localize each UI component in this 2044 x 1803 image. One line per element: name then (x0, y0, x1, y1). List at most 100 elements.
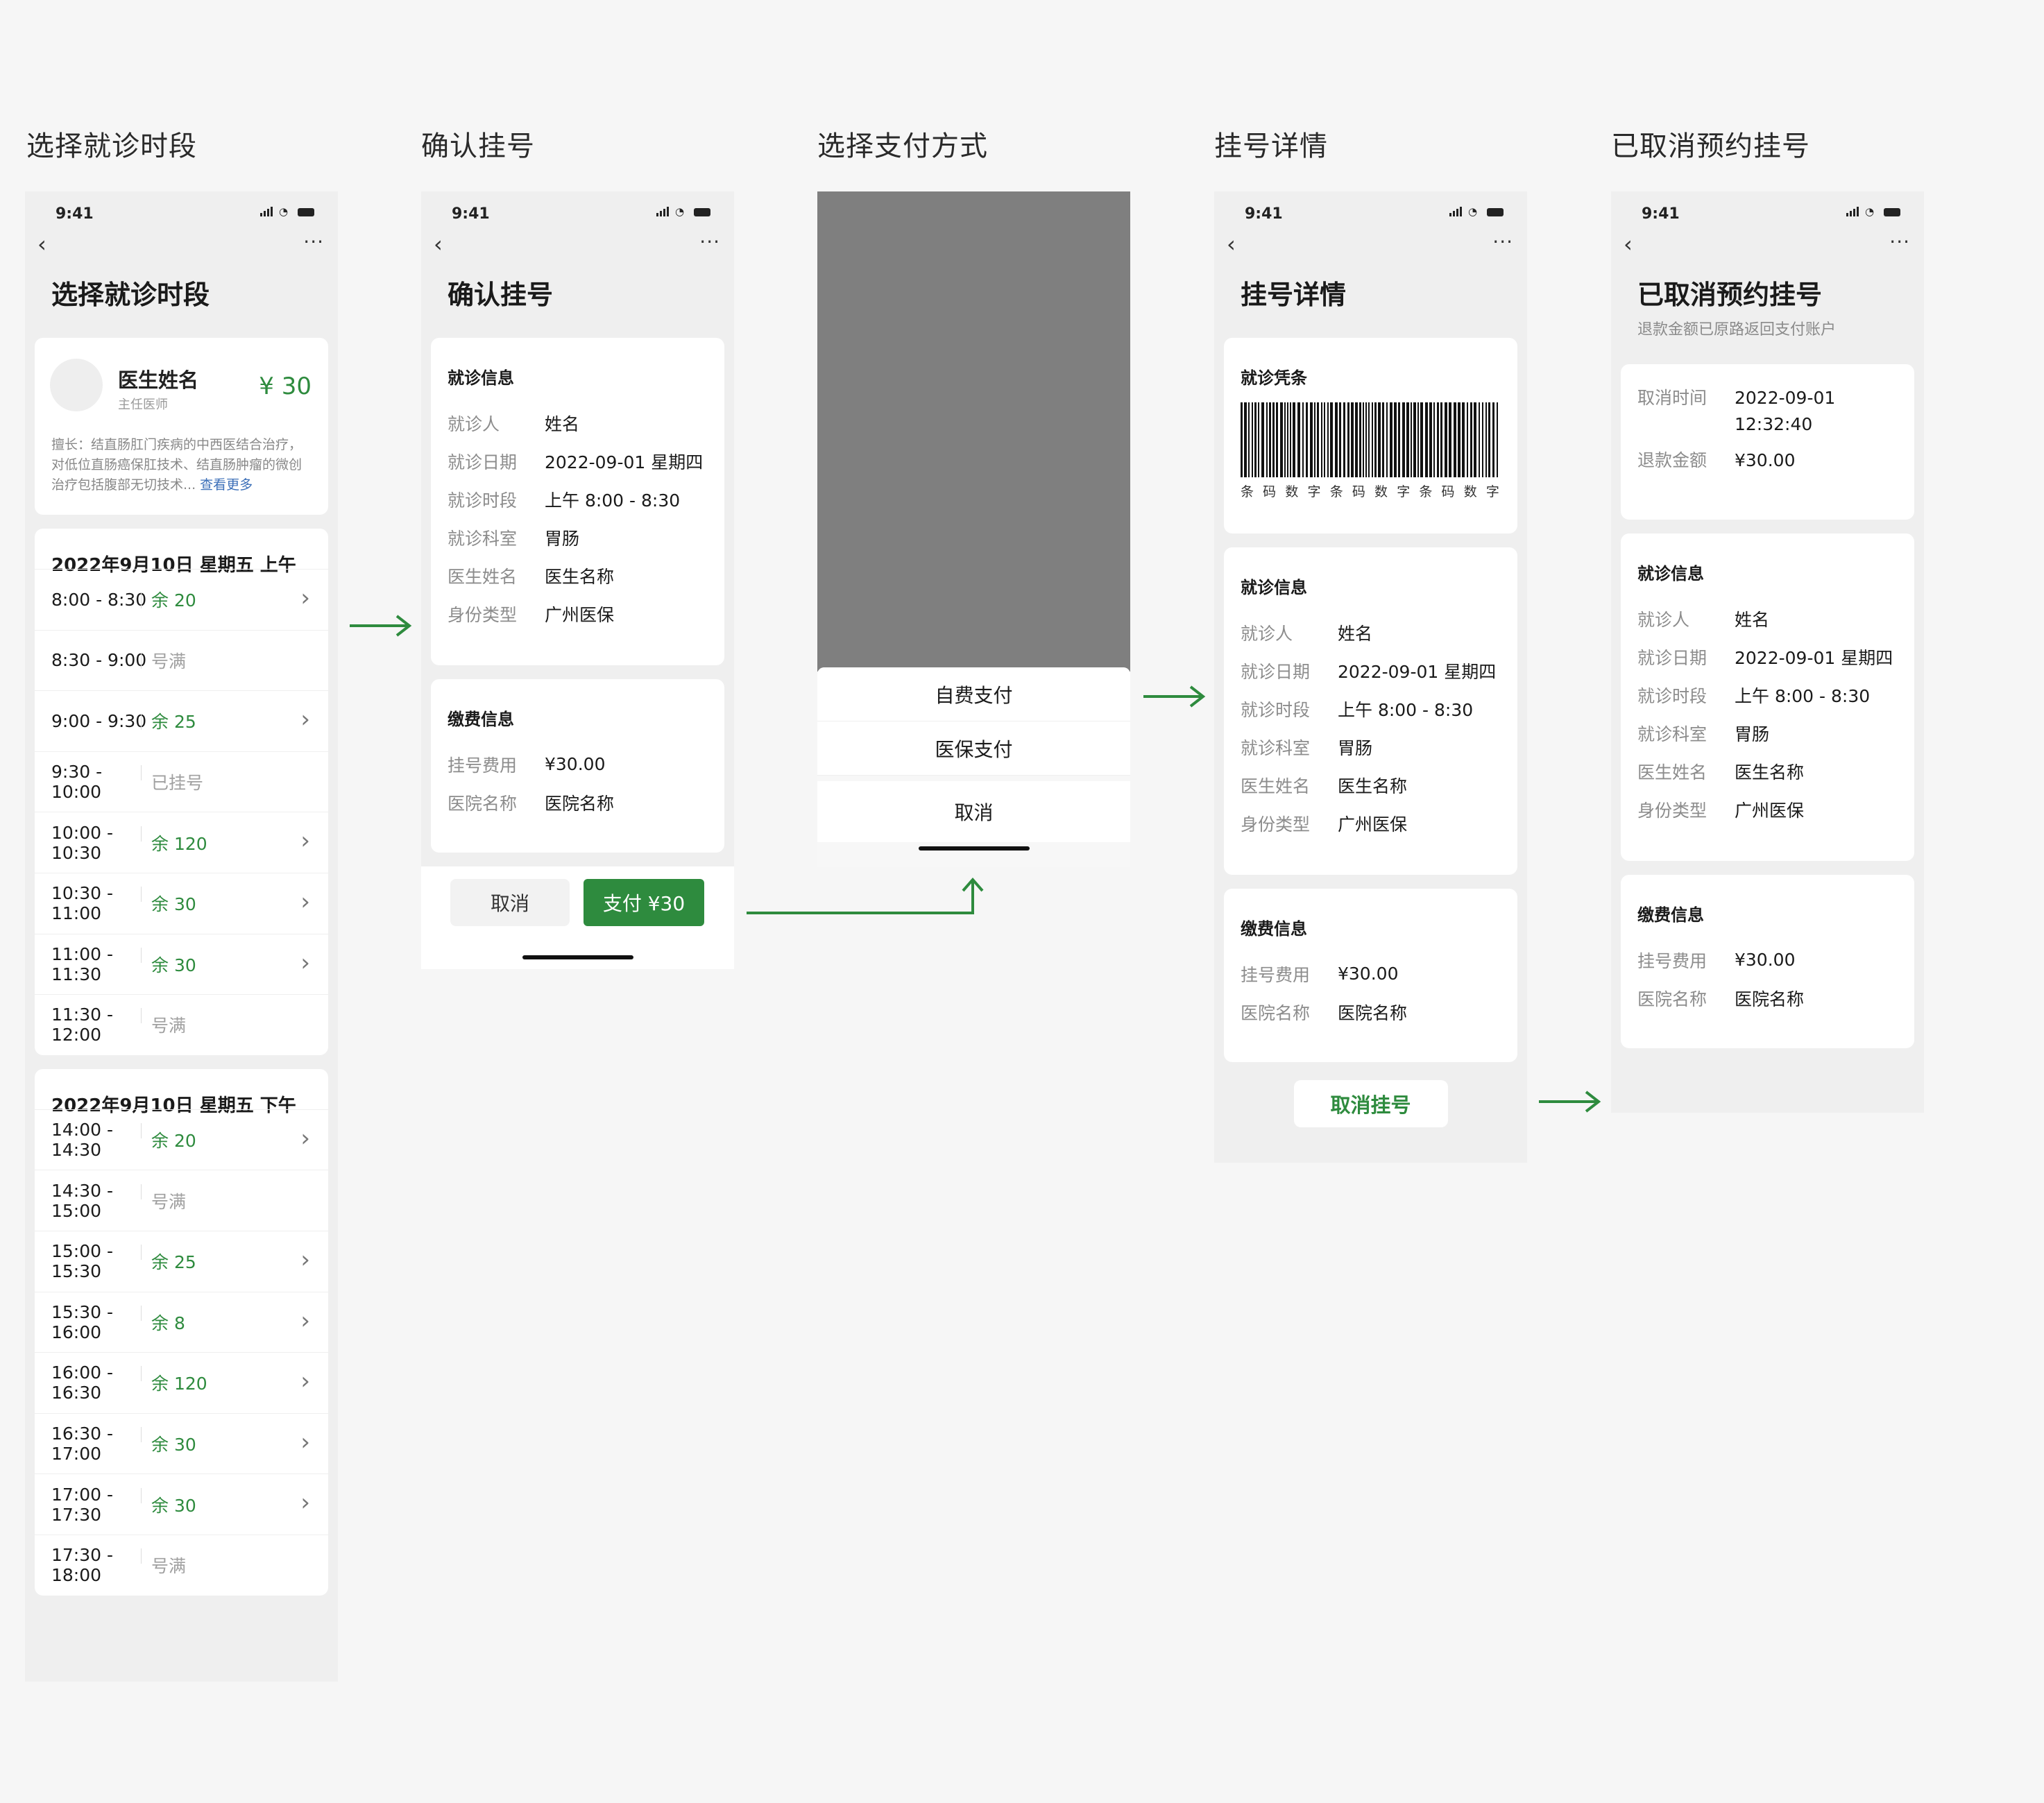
more-icon[interactable]: ··· (303, 230, 324, 253)
more-icon[interactable]: ··· (1889, 230, 1910, 253)
barcode-bar (1365, 402, 1367, 477)
chevron-right-icon: › (300, 584, 310, 612)
info-value: 2022-09-01 星期四 (545, 452, 704, 472)
pay-button[interactable]: 支付 ¥30 (584, 879, 704, 926)
barcode-char: 字 (1485, 484, 1501, 499)
barcode-bar (1261, 402, 1264, 477)
screen-confirm: 9:41 ◔ ‹ ··· 确认挂号 就诊信息 就诊人 姓名 就诊日期 2022-09-… (421, 191, 734, 969)
info-label: 就诊时段 (1637, 685, 1707, 706)
barcode-bar (1437, 402, 1439, 477)
card-title: 缴费信息 (1241, 919, 1307, 939)
info-value: ¥30.00 (1735, 450, 1796, 470)
info-value: 上午 8:00 - 8:30 (1735, 685, 1871, 706)
more-link[interactable]: 查看更多 (200, 477, 253, 493)
insurance-pay-option[interactable]: 医保支付 (817, 721, 1130, 776)
slot-availability: 余 8 (151, 1313, 185, 1333)
signal-icon (656, 207, 669, 216)
status-time: 9:41 (1245, 205, 1283, 223)
time-slot-row: 14:30 - 15:00 号满 (35, 1170, 328, 1231)
payment-action-sheet: 自费支付 医保支付 取消 (817, 667, 1130, 863)
info-row: 就诊日期 2022-09-01 星期四 (431, 442, 724, 480)
doctor-card[interactable]: 医生姓名 主任医师 ¥ 30 擅长：结直肠肛门疾病的中西医结合治疗，对低位直肠癌… (35, 338, 328, 515)
time-slot-row[interactable]: 11:00 - 11:30 余 30 › (35, 933, 328, 995)
info-label: 退款金额 (1637, 450, 1707, 470)
cancel-registration-button[interactable]: 取消挂号 (1293, 1080, 1448, 1127)
section-title-select-time: 选择就诊时段 (26, 130, 197, 162)
doctor-title: 主任医师 (118, 398, 168, 412)
time-slot-row[interactable]: 14:00 - 14:30 余 20 › (35, 1109, 328, 1170)
time-slot-row[interactable]: 10:00 - 10:30 余 120 › (35, 812, 328, 873)
info-value: ¥30.00 (1735, 950, 1796, 970)
avatar (50, 359, 103, 411)
barcode-bar (1417, 402, 1419, 477)
barcode-bar (1302, 402, 1304, 477)
barcode-bar (1293, 402, 1295, 477)
time-slot-row[interactable]: 16:30 - 17:00 余 30 › (35, 1412, 328, 1474)
info-label: 就诊人 (448, 413, 500, 434)
battery-icon (694, 208, 710, 216)
barcode-bar (1390, 402, 1393, 477)
info-row: 就诊时段 上午 8:00 - 8:30 (1224, 690, 1517, 728)
time-slot-row[interactable]: 16:00 - 16:30 余 120 › (35, 1352, 328, 1413)
wifi-icon: ◔ (1468, 205, 1478, 218)
slot-availability: 号满 (151, 651, 187, 672)
info-value: 医生名称 (1338, 776, 1408, 796)
page-subtitle: 退款金额已原路返回支付账户 (1637, 321, 1837, 339)
info-value: 2022-09-01 12:32:40 (1735, 388, 1836, 434)
status-time: 9:41 (1642, 205, 1680, 223)
info-value: 广州医保 (1735, 800, 1805, 821)
slot-availability: 余 25 (151, 1252, 196, 1273)
sheet-cancel-button[interactable]: 取消 (817, 781, 1130, 842)
back-icon[interactable]: ‹ (434, 233, 443, 255)
slot-time: 16:00 - 16:30 (35, 1362, 151, 1403)
slot-time: 15:00 - 15:30 (35, 1241, 151, 1281)
info-row: 就诊人 姓名 (1621, 599, 1914, 638)
time-slot-row: 17:30 - 18:00 号满 (35, 1534, 328, 1596)
info-row: 挂号费用 ¥30.00 (1621, 941, 1914, 979)
info-label: 挂号费用 (1241, 964, 1311, 985)
chevron-right-icon: › (300, 1367, 310, 1396)
battery-icon (1487, 208, 1504, 216)
back-icon[interactable]: ‹ (1624, 233, 1633, 255)
info-value: 医院名称 (545, 793, 615, 814)
slot-availability: 余 30 (151, 955, 196, 975)
barcode-bar (1398, 402, 1400, 477)
barcode-bar (1351, 402, 1354, 477)
status-bar: 9:41 ◔ (1214, 191, 1527, 233)
barcode-bar (1411, 402, 1412, 477)
info-row: 就诊日期 2022-09-01 星期四 (1621, 638, 1914, 676)
info-row: 医院名称 医院名称 (1621, 979, 1914, 1017)
card-title: 就诊凭条 (1241, 368, 1307, 388)
more-icon[interactable]: ··· (1492, 230, 1513, 253)
dim-overlay[interactable] (817, 191, 1130, 672)
barcode-char: 码 (1263, 484, 1278, 499)
info-row: 就诊人 姓名 (1224, 613, 1517, 651)
more-icon[interactable]: ··· (699, 230, 720, 253)
flow-arrow-icon (1143, 685, 1206, 708)
time-slot-row[interactable]: 10:30 - 11:00 余 30 › (35, 872, 328, 934)
flow-arrow-icon (1539, 1091, 1601, 1113)
card-title: 就诊信息 (448, 368, 514, 388)
back-icon[interactable]: ‹ (1227, 233, 1236, 255)
time-slot-row[interactable]: 17:00 - 17:30 余 30 › (35, 1473, 328, 1535)
time-slot-row[interactable]: 8:00 - 8:30 余 20 › (35, 569, 328, 630)
info-row: 就诊科室 胃肠 (1224, 728, 1517, 766)
card-title: 缴费信息 (1637, 905, 1704, 925)
self-pay-option[interactable]: 自费支付 (817, 667, 1130, 721)
barcode-bar (1252, 402, 1253, 477)
barcode-char: 条 (1419, 484, 1434, 499)
barcode-bar (1306, 402, 1308, 477)
info-label: 医院名称 (1241, 1002, 1311, 1023)
info-value: 上午 8:00 - 8:30 (1338, 699, 1474, 720)
time-slot-row[interactable]: 9:00 - 9:30 余 25 › (35, 690, 328, 751)
time-slot-row[interactable]: 15:30 - 16:00 余 8 › (35, 1291, 328, 1353)
chevron-right-icon: › (300, 1428, 310, 1456)
time-slot-row[interactable]: 15:00 - 15:30 余 25 › (35, 1230, 328, 1292)
status-bar: 9:41 ◔ (1611, 191, 1924, 233)
barcode-bar (1248, 402, 1250, 477)
status-bar: 9:41 ◔ (25, 191, 338, 233)
back-icon[interactable]: ‹ (37, 233, 46, 255)
cancel-button[interactable]: 取消 (450, 879, 570, 926)
barcode-bar (1276, 402, 1278, 477)
barcode-bar (1327, 402, 1329, 477)
